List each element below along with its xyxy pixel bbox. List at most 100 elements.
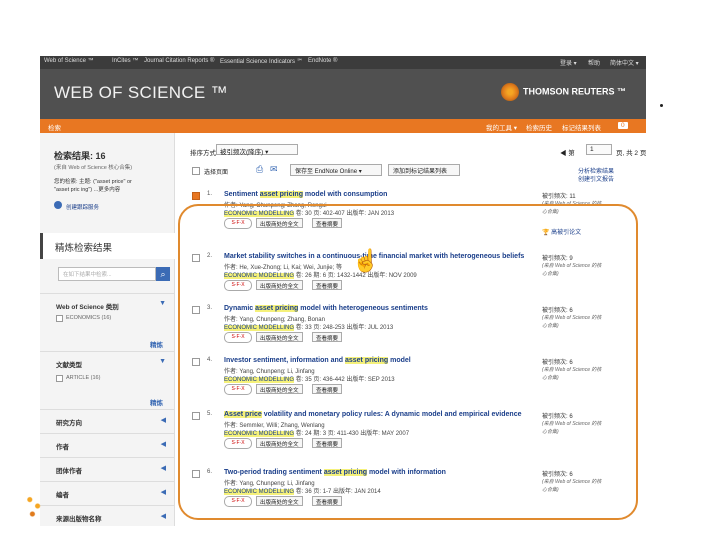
refine-button-1[interactable]: 精炼 xyxy=(150,339,163,349)
record-title-link[interactable]: Investor sentiment, information and asse… xyxy=(224,357,524,364)
journal-name[interactable]: ECONOMIC MODELLING xyxy=(224,489,295,495)
times-cited[interactable]: 被引频次: 6 xyxy=(542,411,573,420)
sort-select[interactable]: 被引频次(降序) ▾ xyxy=(216,144,298,156)
nav-link-endnote[interactable]: EndNote ® xyxy=(308,58,337,64)
category-item[interactable]: ECONOMICS (16) xyxy=(66,315,111,321)
record-checkbox[interactable] xyxy=(192,358,200,366)
doctype-checkbox[interactable] xyxy=(56,375,63,382)
sfx-button[interactable]: S·F·X xyxy=(224,218,252,229)
language-select[interactable]: 简体中文 ▾ xyxy=(610,58,639,67)
nav-link-incites[interactable]: InCites ™ xyxy=(112,58,138,64)
nav-link-esi[interactable]: Essential Science Indicators ℠ xyxy=(220,58,303,65)
record-checkbox[interactable] xyxy=(192,192,200,200)
sidebar-item-editors[interactable]: 编者 ◀ xyxy=(40,481,174,504)
result-record: 3. Dynamic asset pricing model with heter… xyxy=(190,305,646,360)
help-link[interactable]: 帮助 xyxy=(588,58,600,67)
times-cited[interactable]: 被引频次: 9 xyxy=(542,253,573,262)
title-part: volatility and monetary policy rules: A … xyxy=(261,411,522,418)
login-link[interactable]: 登录 ▾ xyxy=(560,58,577,67)
page-prev[interactable]: ◀ 第 xyxy=(560,147,575,157)
record-title-link[interactable]: Asset price volatility and monetary poli… xyxy=(224,411,524,418)
times-cited[interactable]: 被引频次: 11 xyxy=(542,191,576,200)
journal-name[interactable]: ECONOMIC MODELLING xyxy=(224,377,295,383)
nav-link-wos[interactable]: Web of Science ™ xyxy=(44,58,94,64)
alert-icon xyxy=(54,201,62,209)
refine-button-2[interactable]: 精炼 xyxy=(150,397,163,407)
record-checkbox[interactable] xyxy=(192,412,200,420)
category-checkbox[interactable] xyxy=(56,315,63,322)
query-more[interactable]: "asset pric ing") ...更多内容 xyxy=(54,185,120,193)
view-abstract-button[interactable]: 查看摘要 xyxy=(312,332,343,342)
sidebar-item-group-authors[interactable]: 团体作者 ◀ xyxy=(40,457,174,480)
result-record: 2. Market stability switches in a continu… xyxy=(190,253,646,308)
journal-name[interactable]: ECONOMIC MODELLING xyxy=(224,211,295,217)
caret-left-icon: ◀ xyxy=(160,489,166,496)
title-highlight: asset pricing xyxy=(323,469,368,476)
view-abstract-button[interactable]: 查看摘要 xyxy=(312,496,343,506)
record-title-link[interactable]: Dynamic asset pricing model with heterog… xyxy=(224,305,524,312)
nav-link-jcr[interactable]: Journal Citation Reports ® xyxy=(144,58,214,64)
page-number-input[interactable]: 1 xyxy=(586,144,612,155)
sfx-button[interactable]: S·F·X xyxy=(224,438,252,449)
full-text-button[interactable]: 出版商处的全文 xyxy=(256,384,303,394)
full-text-button[interactable]: 出版商处的全文 xyxy=(256,332,303,342)
create-alert-link[interactable]: 创建跟踪服务 xyxy=(66,203,99,211)
view-abstract-button[interactable]: 查看摘要 xyxy=(312,438,343,448)
my-tools-menu[interactable]: 我的工具 ▾ xyxy=(486,122,517,132)
full-text-button[interactable]: 出版商处的全文 xyxy=(256,218,303,228)
cites-source-2: 心合集) xyxy=(542,209,559,215)
cites-source-2: 心合集) xyxy=(542,323,559,329)
full-text-button[interactable]: 出版商处的全文 xyxy=(256,280,303,290)
highly-cited-badge[interactable]: 🏆 高被引论文 xyxy=(542,227,581,236)
sfx-button[interactable]: S·F·X xyxy=(224,384,252,395)
record-checkbox[interactable] xyxy=(192,470,200,478)
title-highlight: asset pricing xyxy=(259,191,303,198)
record-checkbox[interactable] xyxy=(192,306,200,314)
full-text-button[interactable]: 出版商处的全文 xyxy=(256,496,303,506)
view-abstract-button[interactable]: 查看摘要 xyxy=(312,280,343,290)
times-cited[interactable]: 被引频次: 6 xyxy=(542,357,573,366)
journal-name[interactable]: ECONOMIC MODELLING xyxy=(224,431,295,437)
save-endnote-button[interactable]: 保存至 EndNote Online ▾ xyxy=(290,164,382,176)
wos-logo[interactable]: WEB OF SCIENCE ™ xyxy=(54,83,228,103)
sidebar-item-authors[interactable]: 作者 ◀ xyxy=(40,433,174,456)
bullet-dot xyxy=(660,104,663,107)
results-toolbar: 选择页面 ⎙ ✉ 保存至 EndNote Online ▾ 添加到标记结果列表 … xyxy=(190,163,646,183)
print-icon[interactable]: ⎙ xyxy=(256,164,263,175)
refine-search-input[interactable]: 在如下结果中检索... xyxy=(58,267,156,281)
sfx-button[interactable]: S·F·X xyxy=(224,496,252,507)
doctype-item[interactable]: ARTICLE (16) xyxy=(66,375,100,381)
select-page-checkbox[interactable] xyxy=(192,167,200,175)
title-part: Sentiment xyxy=(224,191,260,198)
journal-name[interactable]: ECONOMIC MODELLING xyxy=(224,325,295,331)
cites-source: (来自 Web of Science 的核 xyxy=(542,421,602,427)
record-source: ECONOMIC MODELLING 卷: 36 页: 1-7 出版年: JAN… xyxy=(224,486,381,495)
doctype-section[interactable]: 文献类型 ▼ xyxy=(40,351,174,374)
sfx-button[interactable]: S·F·X xyxy=(224,332,252,343)
cites-source: (来自 Web of Science 的核 xyxy=(542,315,602,321)
marked-list-link[interactable]: 标记结果列表 xyxy=(562,122,601,132)
record-checkbox[interactable] xyxy=(192,254,200,262)
view-abstract-button[interactable]: 查看摘要 xyxy=(312,218,343,228)
categories-section[interactable]: Web of Science 类别 ▼ xyxy=(40,293,174,316)
refine-title: 精炼检索结果 xyxy=(55,243,113,254)
trophy-icon: 🏆 xyxy=(542,230,550,236)
caret-down-icon: ▼ xyxy=(159,300,166,307)
add-marked-button[interactable]: 添加到标记结果列表 xyxy=(388,164,460,176)
times-cited[interactable]: 被引频次: 6 xyxy=(542,305,573,314)
search-icon[interactable]: ⌕ xyxy=(156,267,170,281)
record-title-link[interactable]: Sentiment asset pricing model with consu… xyxy=(224,191,524,198)
citation-report-link[interactable]: 创建引文报告 xyxy=(578,174,614,183)
times-cited[interactable]: 被引频次: 6 xyxy=(542,469,573,478)
view-abstract-button[interactable]: 查看摘要 xyxy=(312,384,343,394)
search-history-link[interactable]: 检索历史 xyxy=(526,122,552,132)
title-part: model with heterogeneous sentiments xyxy=(298,305,428,312)
full-text-button[interactable]: 出版商处的全文 xyxy=(256,438,303,448)
sidebar-item-source-titles[interactable]: 来源出版物名称 ◀ xyxy=(40,505,174,526)
email-icon[interactable]: ✉ xyxy=(270,164,278,175)
sidebar-item-research-area[interactable]: 研究方向 ◀ xyxy=(40,409,174,432)
sfx-button[interactable]: S·F·X xyxy=(224,280,252,291)
search-tab[interactable]: 检索 xyxy=(48,122,61,132)
record-title-link[interactable]: Two-period trading sentiment asset prici… xyxy=(224,469,524,476)
journal-name[interactable]: ECONOMIC MODELLING xyxy=(224,273,295,279)
